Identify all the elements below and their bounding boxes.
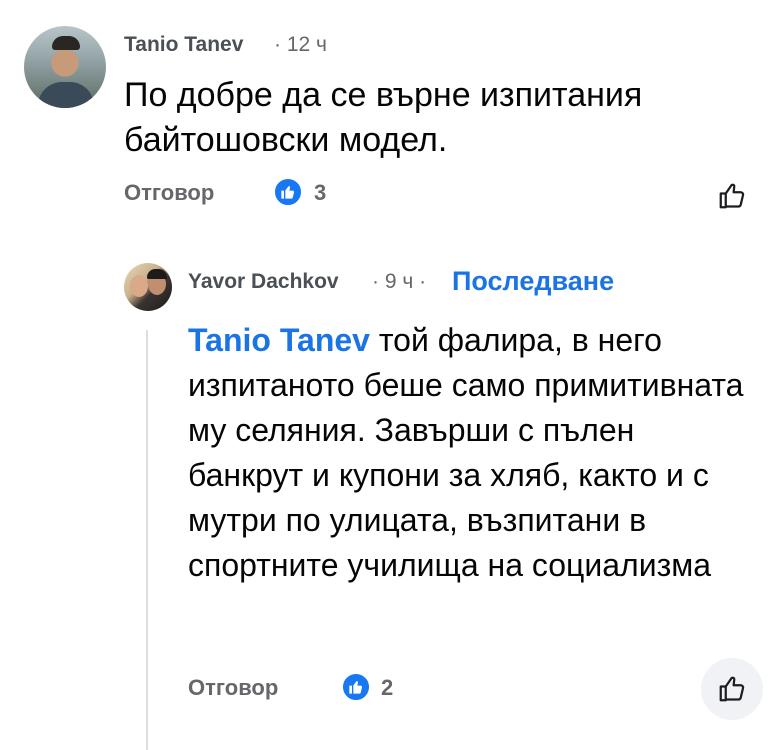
follow-button[interactable]: Последване: [452, 266, 614, 297]
comment-author[interactable]: Tanio Tanev: [124, 33, 243, 57]
reply-body: той фалира, в него изпитаното беше само …: [188, 322, 744, 583]
mention-link[interactable]: Tanio Tanev: [188, 322, 370, 358]
avatar[interactable]: [24, 26, 106, 108]
reply-author[interactable]: Yavor Dachkov: [188, 270, 339, 294]
thumbs-up-icon: [273, 177, 303, 207]
thumbs-up-outline-icon: [719, 676, 745, 702]
like-button[interactable]: [712, 176, 752, 216]
like-button[interactable]: [701, 658, 763, 720]
thumbs-up-outline-icon: [719, 183, 745, 209]
thread-line: [146, 330, 148, 750]
reply-button[interactable]: Отговор: [124, 180, 214, 206]
like-count[interactable]: 2: [381, 675, 393, 701]
comment-timestamp: · 12 ч: [274, 33, 327, 56]
avatar[interactable]: [124, 263, 172, 311]
reply-button[interactable]: Отговор: [188, 675, 278, 701]
reply-text: Tanio Tanev той фалира, в него изпитанот…: [188, 318, 748, 588]
like-count[interactable]: 3: [314, 180, 326, 206]
thumbs-up-icon: [341, 672, 371, 702]
reply-timestamp: · 9 ч ·: [372, 270, 427, 293]
comment-text: По добре да се върне изпитания байтошовс…: [124, 76, 643, 159]
